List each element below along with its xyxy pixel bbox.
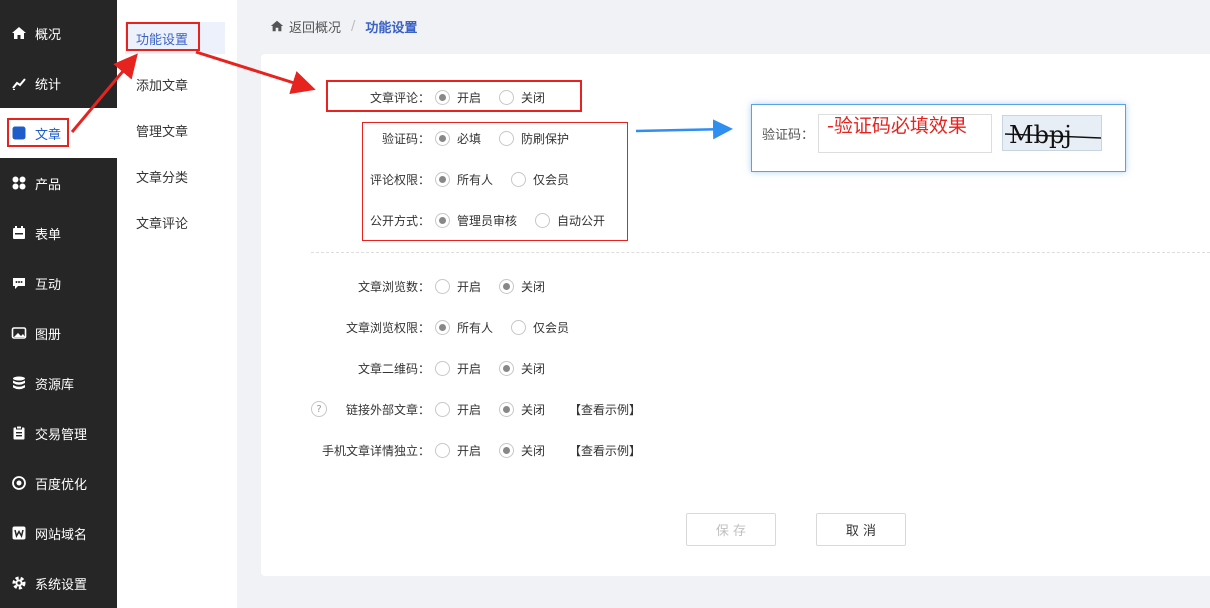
arrow-to-subnav xyxy=(70,53,138,133)
annotation-arrows xyxy=(70,50,733,140)
captcha-annotation-text: -验证码必填效果 xyxy=(827,115,967,137)
arrow-to-captcha xyxy=(635,119,733,140)
captcha-label: 验证码： xyxy=(762,128,815,143)
captcha-image[interactable]: Mbpj xyxy=(1002,115,1102,151)
captcha-code: Mbpj xyxy=(1009,121,1072,149)
arrow-to-comment xyxy=(195,50,316,95)
captcha-preview: 验证码： -验证码必填效果 Mbpj xyxy=(751,104,1126,172)
